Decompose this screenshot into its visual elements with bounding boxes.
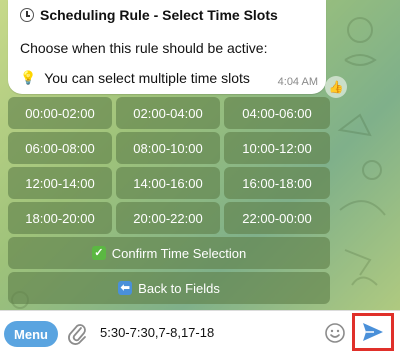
time-slot-button[interactable]: 10:00-12:00 <box>224 132 330 164</box>
message-title: Scheduling Rule - Select Time Slots <box>20 7 278 23</box>
back-arrow-icon: ⬅ <box>118 281 133 295</box>
message-timestamp: 4:04 AM <box>277 76 318 88</box>
message-description: Choose when this rule should be active: <box>20 40 268 56</box>
time-slot-button[interactable]: 04:00-06:00 <box>224 97 330 129</box>
message-hint: 💡 You can select multiple time slots <box>20 70 250 86</box>
time-slot-button[interactable]: 08:00-10:00 <box>116 132 220 164</box>
menu-button[interactable]: Menu <box>4 321 58 347</box>
message-hint-text: You can select multiple time slots <box>44 70 250 86</box>
check-icon: ✓ <box>91 246 106 260</box>
send-button-highlight[interactable] <box>352 313 394 351</box>
lightbulb-icon: 💡 <box>20 70 37 85</box>
reaction-button[interactable]: 👍 <box>325 76 347 98</box>
paperclip-icon[interactable] <box>66 322 88 346</box>
time-slot-button[interactable]: 20:00-22:00 <box>116 202 220 234</box>
thumbs-up-icon: 👍 <box>328 80 344 94</box>
emoji-icon[interactable] <box>324 322 346 344</box>
send-icon[interactable] <box>361 321 385 343</box>
clock-icon <box>20 8 34 22</box>
time-slot-button[interactable]: 00:00-02:00 <box>8 97 112 129</box>
message-input[interactable]: 5:30-7:30,7-8,17-18 <box>100 325 214 340</box>
time-slot-button[interactable]: 22:00-00:00 <box>224 202 330 234</box>
time-slot-button[interactable]: 14:00-16:00 <box>116 167 220 199</box>
message-composer: Menu 5:30-7:30,7-8,17-18 <box>0 310 400 356</box>
time-slot-button[interactable]: 06:00-08:00 <box>8 132 112 164</box>
time-slot-button[interactable]: 02:00-04:00 <box>116 97 220 129</box>
confirm-label: Confirm Time Selection <box>111 245 247 261</box>
back-label: Back to Fields <box>138 280 220 296</box>
message-title-text: Scheduling Rule - Select Time Slots <box>40 7 278 23</box>
time-slot-button[interactable]: 18:00-20:00 <box>8 202 112 234</box>
time-slot-button[interactable]: 12:00-14:00 <box>8 167 112 199</box>
back-to-fields-button[interactable]: ⬅ Back to Fields <box>8 272 330 304</box>
message-bubble: Scheduling Rule - Select Time Slots Choo… <box>8 0 326 94</box>
confirm-time-selection-button[interactable]: ✓ Confirm Time Selection <box>8 237 330 269</box>
time-slot-button[interactable]: 16:00-18:00 <box>224 167 330 199</box>
chat-area: Scheduling Rule - Select Time Slots Choo… <box>0 0 400 310</box>
